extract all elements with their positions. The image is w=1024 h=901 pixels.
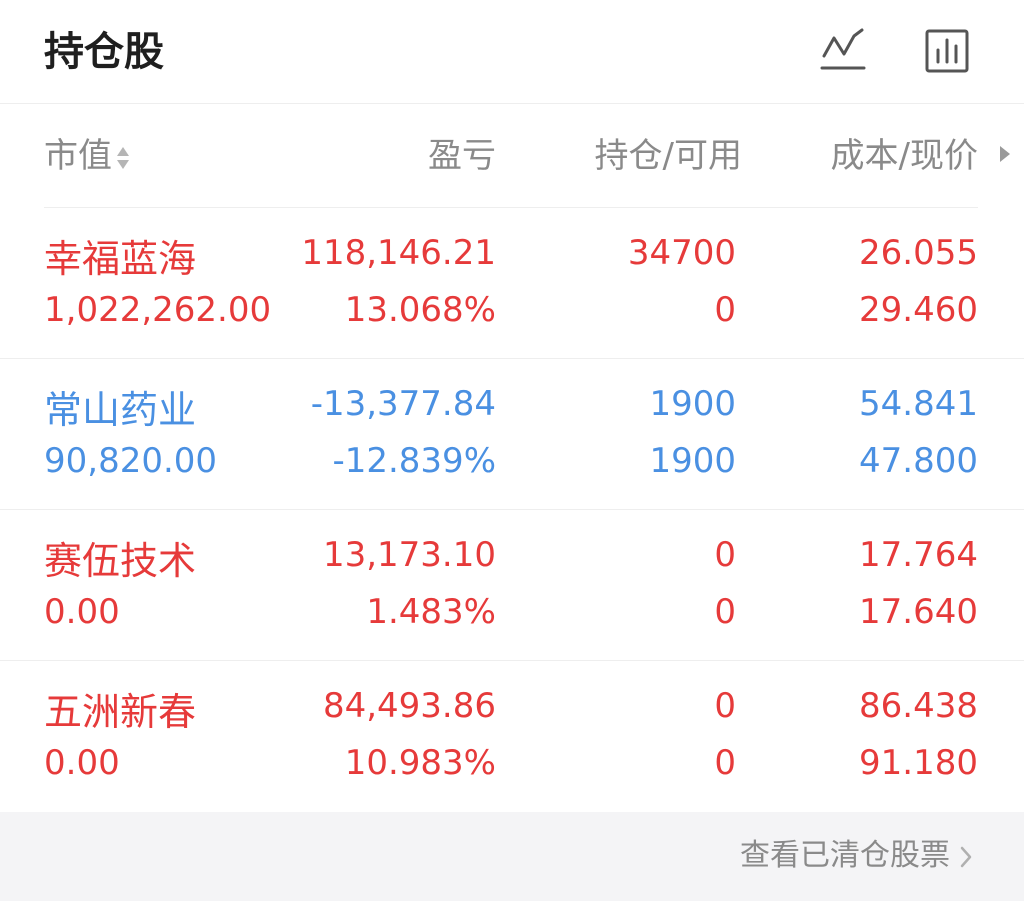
footer: 查看已清仓股票	[0, 812, 1024, 901]
cost-price: 54.841	[859, 384, 978, 424]
table-row[interactable]: 赛伍技术 0.00 13,173.10 1.483% 0 0 17.764 17…	[0, 510, 1024, 661]
scroll-right-arrow-icon[interactable]	[1000, 146, 1010, 162]
available-quantity: 0	[714, 290, 736, 330]
available-quantity: 0	[714, 592, 736, 632]
profit-loss-percent: 10.983%	[344, 743, 496, 783]
profit-loss-percent: 1.483%	[366, 592, 496, 632]
cost-price: 17.764	[859, 535, 978, 575]
market-value: 0.00	[44, 592, 120, 632]
stock-name: 幸福蓝海	[44, 237, 197, 281]
table-row[interactable]: 常山药业 90,820.00 -13,377.84 -12.839% 1900 …	[0, 359, 1024, 510]
chevron-right-icon	[960, 846, 972, 867]
holdings-list: 幸福蓝海 1,022,262.00 118,146.21 13.068% 347…	[0, 208, 1024, 812]
cost-price: 86.438	[859, 686, 978, 726]
profit-loss: 118,146.21	[301, 233, 496, 273]
profit-loss-percent: -12.839%	[332, 441, 496, 481]
market-value: 90,820.00	[44, 441, 218, 481]
available-quantity: 0	[714, 743, 736, 783]
column-position[interactable]: 持仓/可用	[595, 134, 742, 178]
holding-quantity: 1900	[649, 384, 736, 424]
table-row[interactable]: 五洲新春 0.00 84,493.86 10.983% 0 0 86.438 9…	[0, 661, 1024, 812]
holdings-screen: 持仓股 市值 盈亏 持仓/可用 成本/现价 幸福蓝海 1,022,262.00 …	[0, 0, 1024, 901]
holding-quantity: 0	[714, 535, 736, 575]
column-market-value-label: 市值	[44, 136, 112, 176]
profit-loss: 13,173.10	[322, 535, 496, 575]
cost-price: 26.055	[859, 233, 978, 273]
sort-icon	[117, 146, 129, 169]
stock-name: 赛伍技术	[44, 539, 197, 583]
line-chart-icon[interactable]	[818, 26, 868, 76]
market-value: 0.00	[44, 743, 120, 783]
stock-name: 五洲新春	[44, 690, 197, 734]
bar-chart-icon[interactable]	[922, 26, 972, 76]
profit-loss-percent: 13.068%	[344, 290, 496, 330]
available-quantity: 1900	[649, 441, 736, 481]
page-title: 持仓股	[44, 29, 164, 75]
column-cost-price[interactable]: 成本/现价	[831, 134, 978, 178]
current-price: 17.640	[859, 592, 978, 632]
stock-name: 常山药业	[44, 388, 197, 432]
current-price: 47.800	[859, 441, 978, 481]
profit-loss: 84,493.86	[322, 686, 496, 726]
holding-quantity: 0	[714, 686, 736, 726]
table-row[interactable]: 幸福蓝海 1,022,262.00 118,146.21 13.068% 347…	[0, 208, 1024, 359]
profit-loss: -13,377.84	[310, 384, 496, 424]
market-value: 1,022,262.00	[44, 290, 272, 330]
column-market-value[interactable]: 市值	[44, 134, 130, 178]
current-price: 29.460	[859, 290, 978, 330]
current-price: 91.180	[859, 743, 978, 783]
header: 持仓股	[0, 0, 1024, 104]
holding-quantity: 34700	[627, 233, 736, 273]
column-profit-loss[interactable]: 盈亏	[428, 134, 496, 178]
view-cleared-stocks-label: 查看已清仓股票	[740, 838, 950, 873]
column-header: 市值 盈亏 持仓/可用 成本/现价	[0, 104, 1024, 208]
view-cleared-stocks-link[interactable]: 查看已清仓股票	[740, 836, 972, 876]
